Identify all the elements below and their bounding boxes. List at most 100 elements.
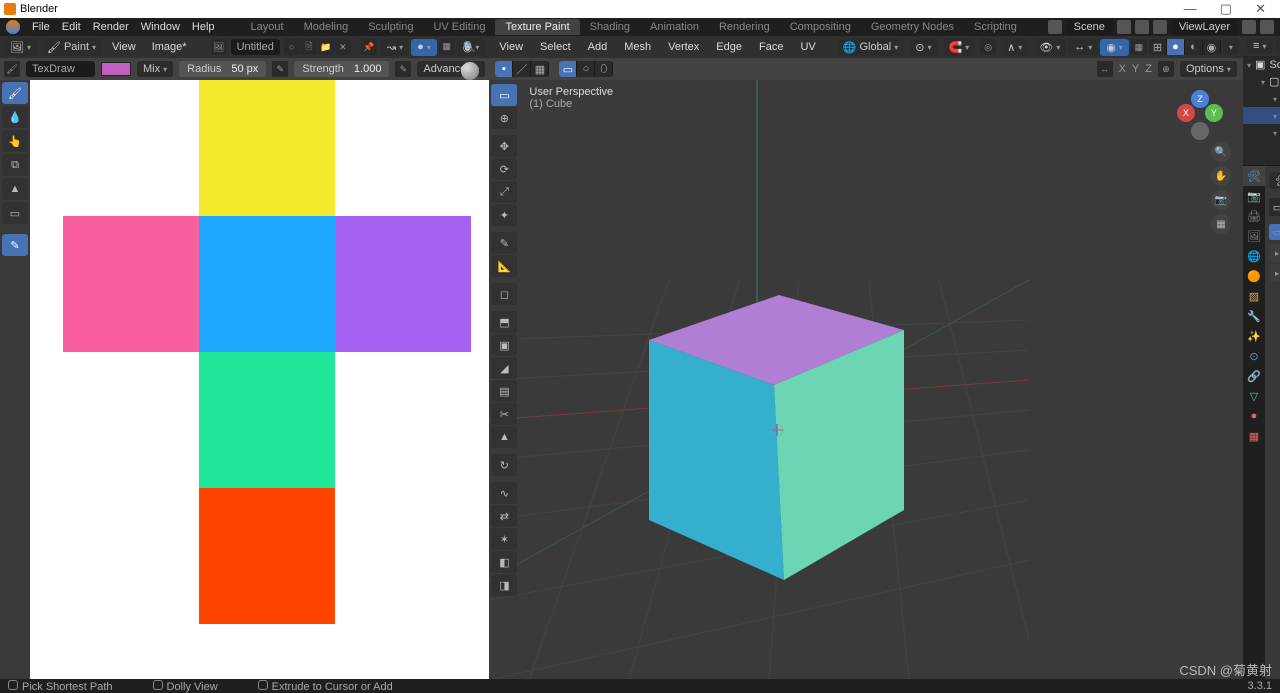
scene-browse-icon[interactable] <box>1048 20 1062 34</box>
tool-edge-slide[interactable]: ⇄ <box>491 505 517 527</box>
tab-scripting[interactable]: Scripting <box>964 19 1027 35</box>
options-panel[interactable]: Options <box>1269 244 1280 262</box>
uv-face[interactable] <box>199 352 335 488</box>
snap-dropdown[interactable]: 🧲 <box>943 39 976 56</box>
display-channels-dropdown[interactable]: ● <box>411 39 437 56</box>
cube-mesh[interactable] <box>629 250 879 500</box>
menu-edit[interactable]: Edit <box>56 21 87 33</box>
mirror-x-label[interactable]: X <box>1119 63 1126 75</box>
tab-physics[interactable]: ⊙ <box>1243 346 1265 366</box>
scene-name[interactable]: Scene <box>1066 19 1113 35</box>
tab-modifier[interactable]: 🔧 <box>1243 306 1265 326</box>
tab-output[interactable]: 🖨 <box>1243 206 1265 226</box>
tool-smear[interactable]: 👆 <box>2 130 28 152</box>
brush-name-field[interactable]: TexDraw <box>26 61 95 77</box>
select-lasso[interactable]: ⬯ <box>595 61 613 77</box>
vp-menu-edge[interactable]: Edge <box>710 41 748 53</box>
radius-field[interactable]: Radius50 px <box>179 61 266 77</box>
menu-help[interactable]: Help <box>186 21 221 33</box>
radius-pressure-icon[interactable]: ✎ <box>272 61 288 77</box>
new-viewlayer-icon[interactable] <box>1242 20 1256 34</box>
pan-button[interactable]: ✋ <box>1211 166 1231 186</box>
shading-rendered[interactable]: ◉ <box>1203 39 1221 55</box>
pivot-dropdown[interactable]: ⊙ <box>909 39 937 56</box>
tool-bevel[interactable]: ◢ <box>491 357 517 379</box>
tool-extrude[interactable]: ⬒ <box>491 311 517 333</box>
tool-loop-cut[interactable]: ▤ <box>491 380 517 402</box>
tab-render[interactable]: 📷 <box>1243 186 1265 206</box>
tab-animation[interactable]: Animation <box>640 19 709 35</box>
vp-menu-mesh[interactable]: Mesh <box>618 41 657 53</box>
mirror-x-icon[interactable]: ↔ <box>1097 61 1113 77</box>
tab-world[interactable]: 🟠 <box>1243 266 1265 286</box>
tab-texture-paint[interactable]: Texture Paint <box>495 19 579 35</box>
tool-smooth[interactable]: ∿ <box>491 482 517 504</box>
uv-face[interactable] <box>199 488 335 624</box>
viewlayer-browse-icon[interactable] <box>1153 20 1167 34</box>
tool-rotate[interactable]: ⟳ <box>491 158 517 180</box>
tool-shrink[interactable]: ✶ <box>491 528 517 550</box>
outliner-item-camera[interactable]: ▾Camera👁📷 <box>1243 90 1280 107</box>
proportional-icon[interactable]: ◎ <box>980 39 996 55</box>
uv-face[interactable] <box>199 80 335 216</box>
open-image-icon[interactable]: 📁 <box>318 39 334 55</box>
mesh-visibility-dropdown[interactable]: 👁 <box>1033 39 1066 56</box>
delete-viewlayer-icon[interactable] <box>1260 20 1274 34</box>
tool-poly-build[interactable]: ▲ <box>491 426 517 448</box>
tab-sculpting[interactable]: Sculpting <box>358 19 423 35</box>
sel-new[interactable]: ▭ <box>1269 224 1280 240</box>
tool-move[interactable]: ✥ <box>491 135 517 157</box>
fake-user-icon[interactable]: ○ <box>284 39 300 55</box>
vp-menu-uv[interactable]: UV <box>794 41 821 53</box>
collection-row[interactable]: ▢Collection ☑👁📷 <box>1243 73 1280 90</box>
tool-rip[interactable]: ◨ <box>491 574 517 596</box>
pin-icon[interactable]: 📌 <box>361 39 377 55</box>
stroke-method-dropdown[interactable]: ↝ <box>381 39 409 56</box>
mirror-y-label[interactable]: Y <box>1132 63 1139 75</box>
shading-wireframe[interactable]: ⊞ <box>1149 39 1167 55</box>
tab-viewlayer[interactable]: 🖼 <box>1243 226 1265 246</box>
vp-menu-vertex[interactable]: Vertex <box>662 41 705 53</box>
tool-transform[interactable]: ✦ <box>491 204 517 226</box>
zoom-icon[interactable]: 🔍 <box>463 42 475 53</box>
uv-canvas[interactable] <box>30 80 489 679</box>
options-popover[interactable]: Options <box>1180 61 1237 77</box>
tool-fill[interactable]: ▲ <box>2 178 28 200</box>
overlay-dropdown[interactable]: ◉ <box>1100 39 1129 56</box>
select-tweak[interactable]: ▭ <box>559 61 577 77</box>
tool-knife[interactable]: ✂ <box>491 403 517 425</box>
tab-compositing[interactable]: Compositing <box>780 19 861 35</box>
tool-draw[interactable]: 🖌 <box>2 82 28 104</box>
tool-add-cube[interactable]: ◻ <box>491 283 517 305</box>
uv-face[interactable] <box>63 216 199 352</box>
delete-scene-icon[interactable] <box>1135 20 1149 34</box>
tab-mesh[interactable]: ▽ <box>1243 386 1265 406</box>
select-circle[interactable]: ○ <box>577 61 595 77</box>
unlink-image-icon[interactable]: ✕ <box>335 39 351 55</box>
tab-object[interactable]: ▨ <box>1243 286 1265 306</box>
tab-rendering[interactable]: Rendering <box>709 19 780 35</box>
strength-pressure-icon[interactable]: ✎ <box>395 61 411 77</box>
tool-spin[interactable]: ↻ <box>491 454 517 476</box>
automerge-icon[interactable]: ⊕ <box>1158 61 1174 77</box>
tab-modeling[interactable]: Modeling <box>294 19 359 35</box>
shading-options-dropdown[interactable] <box>1223 39 1239 55</box>
tool-clone[interactable]: ⧉ <box>2 154 28 176</box>
workspace-panel[interactable]: Workspace <box>1269 264 1280 282</box>
close-button[interactable]: ✕ <box>1245 1 1276 16</box>
tool-mask[interactable]: ▭ <box>2 202 28 224</box>
menu-render[interactable]: Render <box>87 21 135 33</box>
shading-solid[interactable]: ● <box>1167 39 1185 55</box>
viewport-canvas[interactable]: ▭ ⊕ ✥ ⟳ ⤢ ✦ ✎ 📐 ◻ ⬒ ▣ ◢ ▤ ✂ ▲ ↻ <box>489 80 1243 679</box>
scene-collection-row[interactable]: ▣ Scene Collection <box>1243 56 1280 73</box>
add-image-icon[interactable]: 🗎 <box>301 39 317 55</box>
ortho-button[interactable]: ▦ <box>1211 214 1231 234</box>
prop-pin-dropdown[interactable]: 🛠 <box>1269 172 1280 189</box>
select-edge-mode[interactable]: ／ <box>513 61 531 77</box>
proportional-falloff-dropdown[interactable]: ∧ <box>1001 39 1028 56</box>
uv-face[interactable] <box>335 216 471 352</box>
blend-mode-dropdown[interactable]: Mix <box>137 61 173 77</box>
outliner-type-dropdown[interactable]: ≡ <box>1247 38 1272 54</box>
select-face-mode[interactable]: ▦ <box>531 61 549 77</box>
brush-slot-icon[interactable]: 🖌 <box>4 61 20 77</box>
